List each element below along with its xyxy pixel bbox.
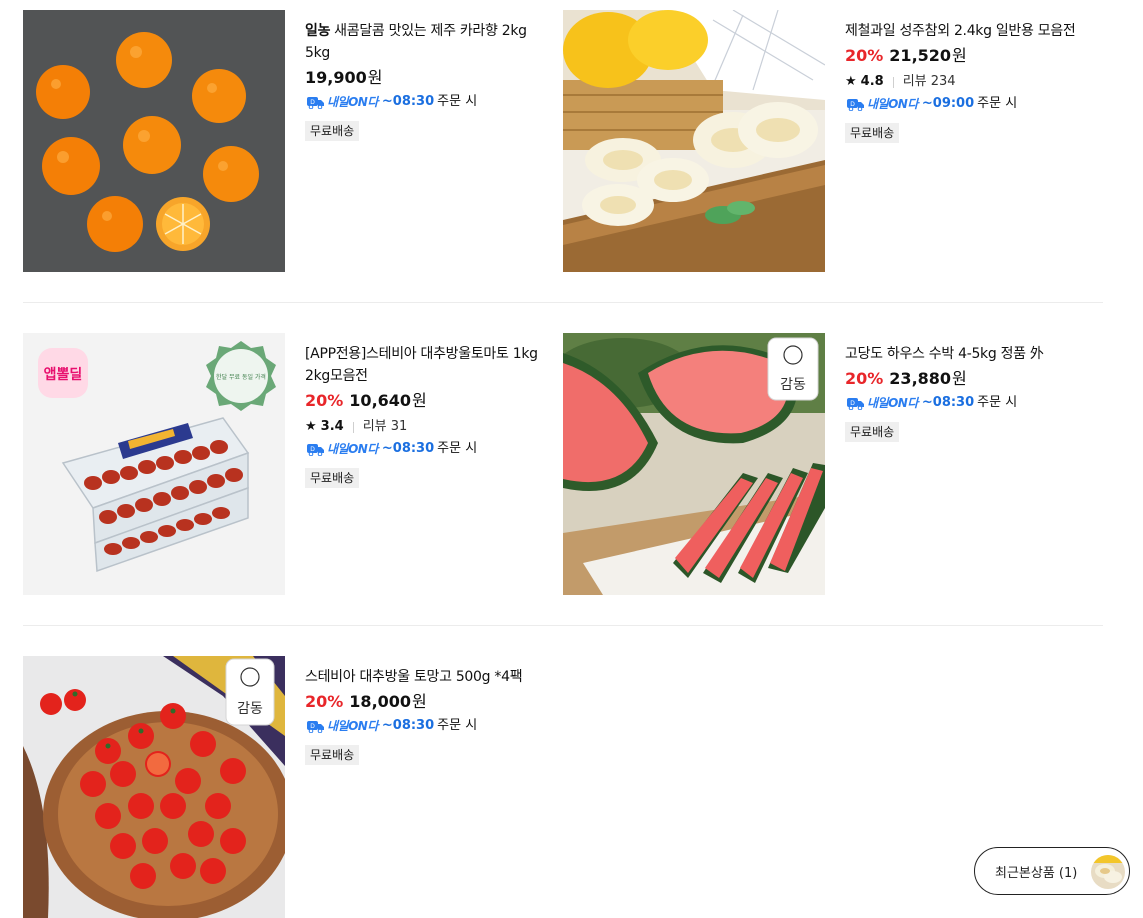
svg-text:D: D	[310, 723, 315, 730]
product-row: 일농 새콤달콤 맛있는 제주 카라향 2kg 5kg 19,900원 D 내일ON…	[23, 10, 1103, 272]
product-price: 23,880	[889, 369, 952, 388]
svg-text:D: D	[310, 99, 315, 106]
product-image-korean-melon[interactable]	[563, 10, 825, 272]
product-row: 감동 스테비아 대추방울 토망고 500g *4팩 20% 18,000원 D 내…	[23, 656, 1103, 918]
price-line: 20% 18,000원	[305, 691, 541, 713]
app-deal-badge: 앱뽈딜	[44, 367, 83, 383]
product-grid: 일농 새콤달콤 맛있는 제주 카라향 2kg 5kg 19,900원 D 내일ON…	[23, 10, 1103, 918]
delivery-time: ~08:30	[381, 441, 435, 456]
price-line: 20% 23,880원	[845, 368, 1081, 390]
delivery-suffix: 주문 시	[437, 94, 478, 109]
rating-line: ★ 3.4 리뷰 31	[305, 418, 541, 436]
row-divider	[23, 625, 1103, 626]
delivery-time: ~08:30	[381, 94, 435, 109]
delivery-time: ~08:30	[921, 395, 975, 410]
price-line: 20% 21,520원	[845, 45, 1081, 67]
star-icon: ★	[305, 419, 317, 434]
product-row: 앱뽈딜 한달 무료 동일 가격 [APP전용]스테비아 대추방울토마토 1kg …	[23, 333, 1103, 595]
discount-rate: 20%	[845, 46, 884, 65]
product-image-tangerines[interactable]	[23, 10, 285, 272]
rating-score: 4.8	[860, 74, 884, 89]
svg-text:D: D	[850, 400, 855, 407]
delivery-truck-icon: D	[847, 398, 864, 410]
delivery-truck-icon: D	[307, 97, 324, 109]
delivery-truck-icon: D	[307, 444, 324, 456]
product-title[interactable]: 고당도 하우스 수박 4-5kg 정품 外	[845, 343, 1081, 365]
price-line: 20% 10,640원	[305, 390, 541, 412]
delivery-time: ~08:30	[381, 718, 435, 733]
product-price: 10,640	[349, 391, 412, 410]
product-image-tomato-bowl[interactable]: 감동	[23, 656, 285, 918]
discount-rate: 20%	[305, 391, 344, 410]
delivery-label: 내일ON다	[867, 97, 918, 111]
price-currency: 원	[412, 692, 427, 711]
delivery-truck-icon: D	[307, 721, 324, 733]
product-card[interactable]: 감동 스테비아 대추방울 토망고 500g *4팩 20% 18,000원 D 내…	[23, 656, 543, 918]
product-title[interactable]: 제철과일 성주참외 2.4kg 일반용 모음전	[845, 20, 1081, 42]
delivery-info: D 내일ON다 ~08:30 주문 시	[305, 93, 541, 111]
product-brand: 일농	[305, 23, 331, 39]
delivery-label: 내일ON다	[327, 442, 378, 456]
product-price: 21,520	[889, 46, 952, 65]
divider	[352, 421, 354, 433]
delivery-info: D 내일ON다 ~08:30 주문 시	[305, 717, 541, 735]
product-info: [APP전용]스테비아 대추방울토마토 1kg 2kg모음전 20% 10,640…	[305, 343, 541, 488]
product-price: 18,000	[349, 692, 412, 711]
delivery-time: ~09:00	[921, 96, 975, 111]
product-card[interactable]: 앱뽈딜 한달 무료 동일 가격 [APP전용]스테비아 대추방울토마토 1kg …	[23, 333, 543, 595]
free-shipping-badge: 무료배송	[305, 468, 360, 488]
svg-text:D: D	[850, 101, 855, 108]
brand-logo-text: 감동	[780, 377, 806, 393]
product-info: 일농 새콤달콤 맛있는 제주 카라향 2kg 5kg 19,900원 D 내일ON…	[305, 20, 541, 141]
delivery-label: 내일ON다	[327, 719, 378, 733]
brand-logo-text: 감동	[237, 701, 263, 717]
delivery-info: D 내일ON다 ~09:00 주문 시	[845, 95, 1081, 113]
product-info: 스테비아 대추방울 토망고 500g *4팩 20% 18,000원 D 내일ON…	[305, 666, 541, 765]
product-image-watermelon[interactable]: 감동	[563, 333, 825, 595]
product-title-text: 새콤달콤 맛있는 제주 카라향 2kg 5kg	[305, 23, 527, 61]
rating-line: ★ 4.8 리뷰 234	[845, 73, 1081, 91]
price-currency: 원	[412, 391, 427, 410]
delivery-label: 내일ON다	[327, 95, 378, 109]
price-stamp: 한달 무료 동일 가격	[216, 373, 266, 381]
delivery-suffix: 주문 시	[977, 395, 1018, 410]
product-title[interactable]: [APP전용]스테비아 대추방울토마토 1kg 2kg모음전	[305, 343, 541, 387]
delivery-suffix: 주문 시	[977, 96, 1018, 111]
price-line: 19,900원	[305, 67, 541, 89]
delivery-label: 내일ON다	[867, 396, 918, 410]
product-title[interactable]: 일농 새콤달콤 맛있는 제주 카라향 2kg 5kg	[305, 20, 541, 64]
product-card[interactable]: 제철과일 성주참외 2.4kg 일반용 모음전 20% 21,520원 ★ 4.8…	[563, 10, 1083, 272]
product-info: 제철과일 성주참외 2.4kg 일반용 모음전 20% 21,520원 ★ 4.8…	[845, 20, 1081, 143]
discount-rate: 20%	[845, 369, 884, 388]
product-card[interactable]: 일농 새콤달콤 맛있는 제주 카라향 2kg 5kg 19,900원 D 내일ON…	[23, 10, 543, 272]
free-shipping-badge: 무료배송	[305, 745, 360, 765]
row-divider	[23, 302, 1103, 303]
delivery-truck-icon: D	[847, 99, 864, 111]
recently-viewed-button[interactable]: 최근본상품 (1)	[974, 847, 1130, 895]
svg-text:D: D	[310, 446, 315, 453]
delivery-info: D 내일ON다 ~08:30 주문 시	[845, 394, 1081, 412]
rating-score: 3.4	[320, 419, 344, 434]
delivery-suffix: 주문 시	[437, 718, 478, 733]
free-shipping-badge: 무료배송	[845, 123, 900, 143]
price-currency: 원	[367, 68, 383, 87]
free-shipping-badge: 무료배송	[305, 121, 360, 141]
divider	[892, 76, 894, 88]
product-card[interactable]: 감동 고당도 하우스 수박 4-5kg 정품 外 20% 23,880원 D 내일…	[563, 333, 1083, 595]
recent-product-thumbnail	[1091, 855, 1125, 889]
product-image-cherry-tomato-pack[interactable]: 앱뽈딜 한달 무료 동일 가격	[23, 333, 285, 595]
price-currency: 원	[952, 46, 967, 65]
discount-rate: 20%	[305, 692, 344, 711]
product-title[interactable]: 스테비아 대추방울 토망고 500g *4팩	[305, 666, 541, 688]
product-price: 19,900	[305, 68, 367, 87]
free-shipping-badge: 무료배송	[845, 422, 900, 442]
product-info: 고당도 하우스 수박 4-5kg 정품 外 20% 23,880원 D 내일ON다…	[845, 343, 1081, 442]
recently-viewed-label: 최근본상품 (1)	[995, 865, 1078, 881]
review-count[interactable]: 리뷰 234	[903, 73, 956, 91]
delivery-suffix: 주문 시	[437, 441, 478, 456]
review-count[interactable]: 리뷰 31	[363, 418, 408, 436]
price-currency: 원	[952, 369, 967, 388]
delivery-info: D 내일ON다 ~08:30 주문 시	[305, 440, 541, 458]
star-icon: ★	[845, 74, 857, 89]
